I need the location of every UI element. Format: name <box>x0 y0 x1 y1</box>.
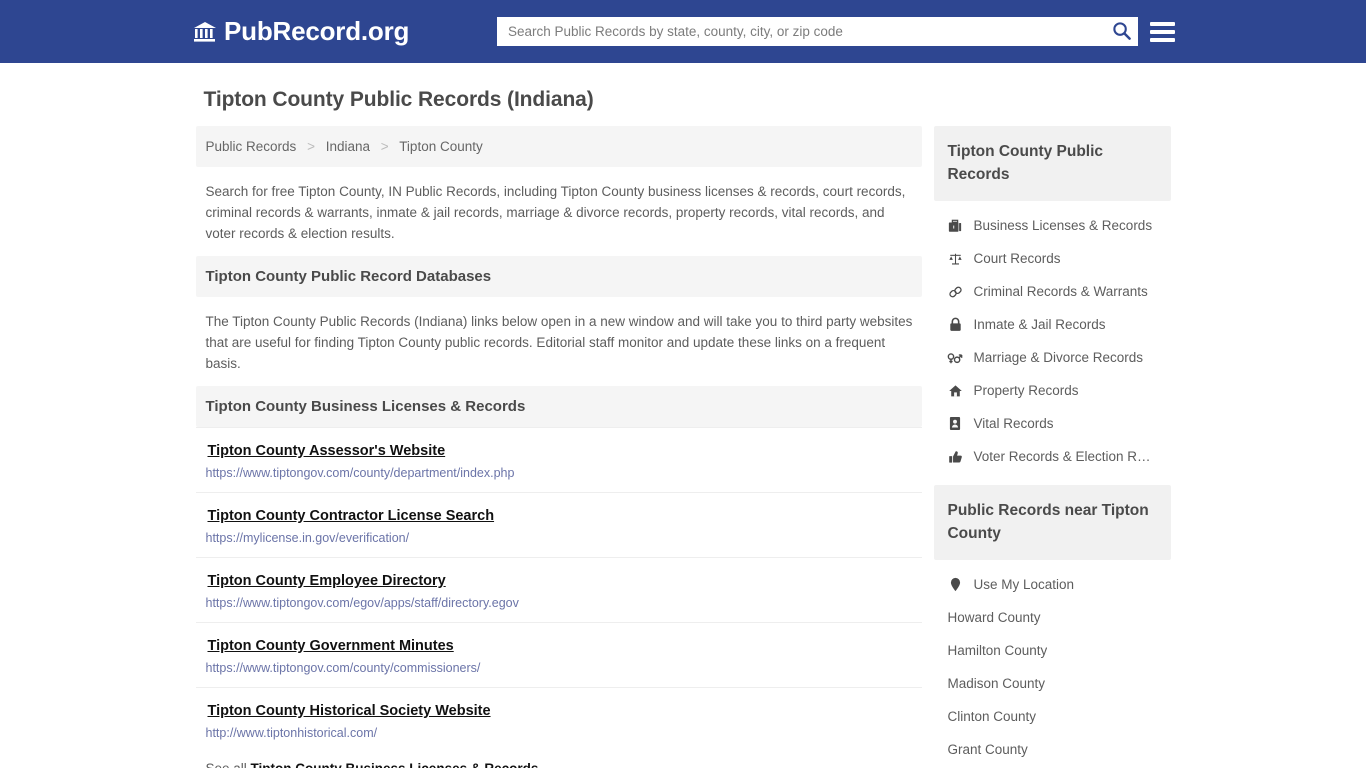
sidebar-item-use-my-location[interactable]: Use My Location <box>934 568 1170 601</box>
sidebar-heading-records: Tipton County Public Records <box>934 126 1171 201</box>
sidebar-item-business-licenses[interactable]: Business Licenses & Records <box>934 209 1170 242</box>
record-link-title[interactable]: Tipton County Assessor's Website <box>208 443 446 459</box>
sidebar-item-label: Voter Records & Election R… <box>973 449 1151 464</box>
lock-icon <box>947 317 963 332</box>
breadcrumb-item-tipton-county[interactable]: Tipton County <box>399 139 483 154</box>
page-title: Tipton County Public Records (Indiana) <box>203 88 594 111</box>
list-item: Tipton County Historical Society Website… <box>195 687 923 752</box>
list-item: Tipton County Assessor's Website https:/… <box>195 427 923 492</box>
sidebar-item-criminal-records[interactable]: Criminal Records & Warrants <box>934 275 1170 308</box>
sidebar-item-clinton-county[interactable]: Clinton County <box>934 700 1170 733</box>
scales-of-justice-icon <box>947 252 963 266</box>
record-link-title[interactable]: Tipton County Contractor License Search <box>208 508 495 524</box>
sidebar-item-label: Howard County <box>947 610 1041 625</box>
section-heading-business-licenses: Tipton County Business Licenses & Record… <box>195 386 923 427</box>
breadcrumb-separator: > <box>380 139 389 154</box>
hamburger-menu-icon[interactable] <box>1150 19 1175 44</box>
sidebar-item-label: Criminal Records & Warrants <box>973 284 1148 299</box>
sidebar-item-label: Madison County <box>947 676 1046 691</box>
record-link-url: http://www.tiptonhistorical.com/ <box>205 726 378 740</box>
home-icon <box>947 384 963 398</box>
sidebar-item-marriage-divorce-records[interactable]: Marriage & Divorce Records <box>934 341 1170 374</box>
search-icon <box>1112 21 1131 43</box>
record-link-title[interactable]: Tipton County Historical Society Website <box>208 703 491 719</box>
sidebar-item-inmate-jail-records[interactable]: Inmate & Jail Records <box>934 308 1170 341</box>
list-item: Tipton County Government Minutes https:/… <box>195 622 923 687</box>
sidebar-item-hamilton-county[interactable]: Hamilton County <box>934 634 1170 667</box>
gender-symbols-icon <box>947 351 963 365</box>
sidebar-heading-nearby: Public Records near Tipton County <box>934 485 1171 560</box>
record-link-url: https://www.tiptongov.com/county/commiss… <box>205 661 481 675</box>
sidebar-item-label: Inmate & Jail Records <box>973 317 1106 332</box>
search-button[interactable] <box>1104 17 1138 46</box>
search-input[interactable] <box>497 17 1104 46</box>
record-link-url: https://mylicense.in.gov/everification/ <box>205 531 410 545</box>
list-item: Tipton County Contractor License Search … <box>195 492 923 557</box>
section-heading-databases: Tipton County Public Record Databases <box>195 256 923 297</box>
sidebar: Tipton County Public Records Business Li… <box>934 126 1171 766</box>
handcuffs-icon <box>947 285 963 299</box>
breadcrumb: Public Records > Indiana > Tipton County <box>195 126 923 167</box>
databases-paragraph: The Tipton County Public Records (Indian… <box>205 314 913 371</box>
site-logo[interactable]: PubRecord.org <box>193 16 409 47</box>
sidebar-item-label: Clinton County <box>947 709 1037 724</box>
sidebar-item-label: Business Licenses & Records <box>973 218 1153 233</box>
see-all-prefix: See all <box>206 761 247 768</box>
sidebar-item-label: Property Records <box>973 383 1079 398</box>
sidebar-item-voter-records[interactable]: Voter Records & Election R… <box>934 440 1170 473</box>
record-link-title[interactable]: Tipton County Employee Directory <box>208 573 446 589</box>
search-bar[interactable] <box>497 17 1138 46</box>
briefcase-icon <box>947 219 963 233</box>
sidebar-item-label: Hamilton County <box>947 643 1048 658</box>
sidebar-item-label: Grant County <box>947 742 1028 757</box>
sidebar-item-vital-records[interactable]: Vital Records <box>934 407 1170 440</box>
sidebar-records-list: Business Licenses & Records Court Record… <box>934 201 1170 473</box>
see-all-link[interactable]: Tipton County Business Licenses & Record… <box>251 761 539 768</box>
sidebar-item-label: Marriage & Divorce Records <box>973 350 1144 365</box>
sidebar-item-label: Court Records <box>973 251 1061 266</box>
sidebar-item-court-records[interactable]: Court Records <box>934 242 1170 275</box>
sidebar-item-madison-county[interactable]: Madison County <box>934 667 1170 700</box>
sidebar-item-label: Vital Records <box>973 416 1054 431</box>
list-item: Tipton County Employee Directory https:/… <box>195 557 923 622</box>
breadcrumb-item-indiana[interactable]: Indiana <box>326 139 370 154</box>
record-link-url: https://www.tiptongov.com/county/departm… <box>205 466 515 480</box>
site-header: PubRecord.org <box>0 0 1366 63</box>
sidebar-item-label: Use My Location <box>973 577 1075 592</box>
page-body: Tipton County Public Records (Indiana) P… <box>0 63 1366 768</box>
intro-paragraph: Search for free Tipton County, IN Public… <box>205 184 906 241</box>
record-link-title[interactable]: Tipton County Government Minutes <box>208 638 454 654</box>
brand-name: PubRecord.org <box>224 16 410 46</box>
map-pin-icon <box>947 577 963 592</box>
bank-building-icon <box>193 21 217 43</box>
main-content: Public Records > Indiana > Tipton County… <box>195 126 923 768</box>
sidebar-nearby-list: Use My Location Howard County Hamilton C… <box>934 560 1170 766</box>
breadcrumb-item-public-records[interactable]: Public Records <box>206 139 297 154</box>
sidebar-item-property-records[interactable]: Property Records <box>934 374 1170 407</box>
record-link-url: https://www.tiptongov.com/egov/apps/staf… <box>205 596 519 610</box>
see-all-row: See all Tipton County Business Licenses … <box>196 752 923 768</box>
thumbs-up-icon <box>947 450 963 464</box>
id-card-icon <box>947 416 963 431</box>
breadcrumb-separator: > <box>307 139 315 154</box>
sidebar-item-grant-county[interactable]: Grant County <box>934 733 1170 766</box>
sidebar-item-howard-county[interactable]: Howard County <box>934 601 1170 634</box>
